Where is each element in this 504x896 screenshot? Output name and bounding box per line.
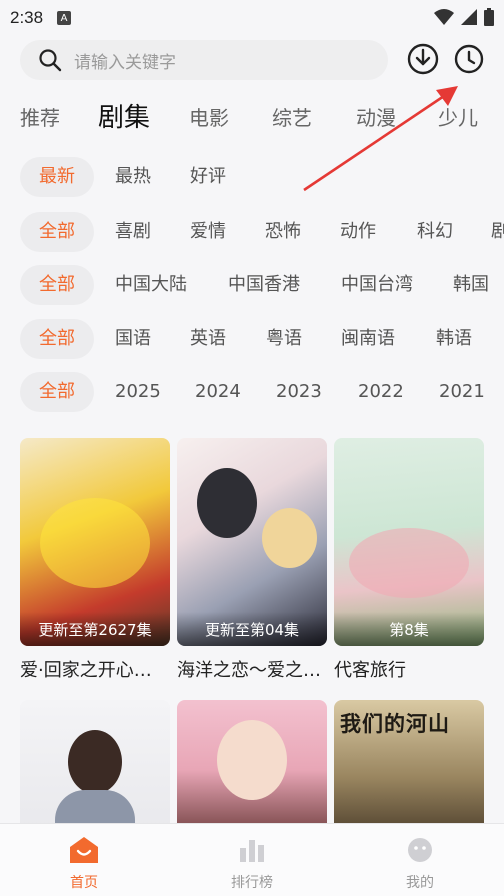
poster-decoration [197,468,257,538]
status-indicators [434,8,494,26]
filter-row-sort: 最新 最热 好评 [20,157,504,197]
filter-chip[interactable]: 国语 [96,319,170,359]
tab-variety[interactable]: 综艺 [272,96,312,144]
filter-chip[interactable]: 全部 [20,319,94,359]
tab-anime[interactable]: 动漫 [356,96,396,144]
poster-decoration [68,730,122,794]
filter-chip[interactable]: 动作 [321,212,395,252]
filter-chip[interactable]: 最热 [96,157,170,197]
filter-chip[interactable]: 科幻 [398,212,472,252]
search-icon [39,49,62,72]
tab-kids[interactable]: 少儿 [438,96,478,144]
nav-label-mine: 我的 [406,875,434,891]
status-bar: 2:38 A [0,0,504,36]
filter-row-genre: 全部 喜剧 爱情 恐怖 动作 科幻 剧 [20,212,504,252]
filter-chip[interactable]: 中国大陆 [96,265,206,305]
poster-decoration [40,498,150,588]
filter-chip[interactable]: 最新 [20,157,94,197]
wifi-icon [434,9,454,25]
poster-image[interactable]: 第8集 [334,438,484,646]
episode-badge: 更新至第04集 [177,612,327,646]
filter-chip[interactable]: 2023 [257,372,341,412]
episode-badge: 更新至第2627集 [20,612,170,646]
filter-chip[interactable]: 全部 [20,212,94,252]
filter-chip[interactable]: 爱情 [171,212,245,252]
bottom-navigation: 首页 排行榜 我的 [0,823,504,896]
search-row: 请输入关键字 [20,40,490,82]
poster-decoration [349,528,469,598]
filter-chip[interactable]: 闽南语 [322,319,414,359]
poster-title-text: 我们的河山 [340,712,450,736]
download-icon[interactable] [406,42,440,76]
poster-image[interactable]: 更新至第2627集 [20,438,170,646]
signal-icon [461,9,477,25]
filter-chip[interactable]: 中国香港 [209,265,319,305]
item-title[interactable]: 爱·回家之开心… [20,656,170,682]
tab-series[interactable]: 剧集 [98,96,150,144]
filter-chip[interactable]: 韩国 [434,265,504,305]
filter-chip[interactable]: 恐怖 [246,212,320,252]
history-clock-icon[interactable] [452,42,486,76]
filter-chip[interactable]: 2024 [176,372,260,412]
filter-chip[interactable]: 全部 [20,265,94,305]
filter-chip[interactable]: 2025 [96,372,180,412]
poster-decoration [262,508,317,568]
poster-decoration [217,720,287,800]
filter-chip[interactable]: 中国台湾 [322,265,432,305]
item-title[interactable]: 海洋之恋～爱之… [177,656,327,682]
filter-chip[interactable]: 粤语 [247,319,321,359]
nav-label-ranking: 排行榜 [231,875,273,891]
filter-row-region: 全部 中国大陆 中国香港 中国台湾 韩国 [20,265,504,305]
filter-chip[interactable]: 韩语 [417,319,491,359]
filter-chip[interactable]: 全部 [20,372,94,412]
poster-image[interactable] [20,700,170,840]
search-placeholder: 请输入关键字 [74,52,176,73]
filter-chip[interactable]: 剧 [472,212,504,252]
home-icon [70,837,98,863]
poster-image[interactable] [177,700,327,840]
poster-image[interactable]: 我们的河山 [334,700,484,840]
profile-face-icon [408,838,432,862]
tab-movies[interactable]: 电影 [189,96,229,144]
tab-recommend[interactable]: 推荐 [20,96,60,144]
item-title[interactable]: 代客旅行 [334,656,484,682]
notification-icon: A [57,11,72,25]
nav-item-ranking[interactable]: 排行榜 [168,824,336,896]
filter-chip[interactable]: 2022 [339,372,423,412]
filter-row-language: 全部 国语 英语 粤语 闽南语 韩语 [20,319,504,359]
category-tabs: 推荐 剧集 电影 综艺 动漫 少儿 [0,96,504,144]
search-input[interactable]: 请输入关键字 [20,40,388,80]
nav-label-home: 首页 [70,875,98,891]
filter-chip[interactable]: 喜剧 [96,212,170,252]
status-time: 2:38 [10,8,44,27]
nav-item-home[interactable]: 首页 [0,824,168,896]
nav-item-mine[interactable]: 我的 [336,824,504,896]
filter-chip[interactable]: 2021 [420,372,504,412]
ranking-chart-icon [240,840,264,862]
filter-row-year: 全部 2025 2024 2023 2022 2021 [20,372,504,412]
filter-chip[interactable]: 好评 [171,157,245,197]
episode-badge: 第8集 [334,612,484,646]
filter-chip[interactable]: 英语 [171,319,245,359]
battery-icon [484,8,494,26]
poster-image[interactable]: 更新至第04集 [177,438,327,646]
